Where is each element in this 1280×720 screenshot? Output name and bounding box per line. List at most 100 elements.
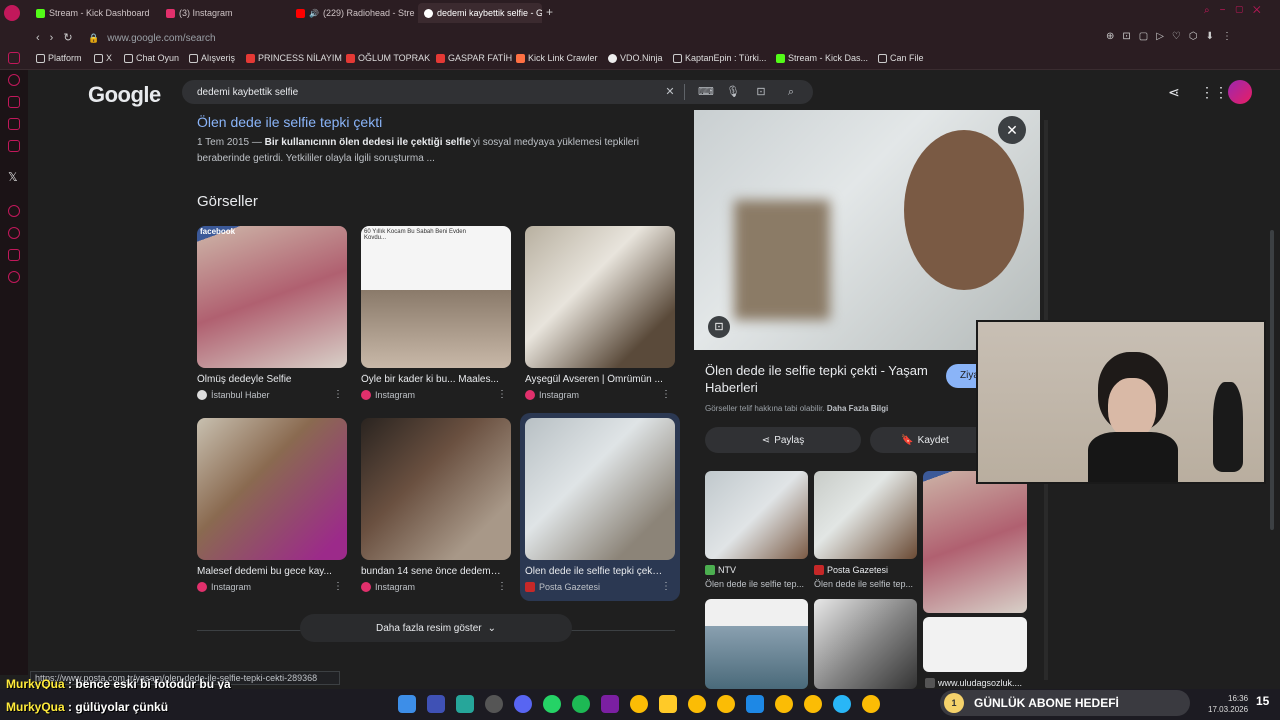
more-icon[interactable]: ⋮ — [333, 389, 343, 400]
related-image[interactable] — [923, 617, 1027, 672]
chrome-icon[interactable] — [717, 695, 735, 713]
image-result[interactable]: Malesef dedemi bu gece kay... Instagram ⋮ — [197, 418, 347, 592]
apps-icon[interactable]: ⋮⋮ — [1200, 84, 1228, 101]
windows-start-icon[interactable] — [398, 695, 416, 713]
bookmark-oglum[interactable]: OĞLUM TOPRAK — [346, 53, 430, 63]
spotify-icon[interactable] — [572, 695, 590, 713]
more-icon[interactable]: ⋮ — [497, 581, 507, 592]
related-image[interactable] — [705, 599, 808, 689]
instagram-icon — [525, 390, 535, 400]
more-icon[interactable]: ⋮ — [497, 389, 507, 400]
chrome-icon[interactable] — [688, 695, 706, 713]
clock-sidebar-icon[interactable] — [8, 227, 20, 239]
telegram-icon[interactable] — [833, 695, 851, 713]
keyboard-icon[interactable]: ⌨ — [698, 86, 714, 98]
folder-icon[interactable] — [659, 695, 677, 713]
window-controls[interactable]: ⌕−▢✕ — [1204, 5, 1271, 16]
sidebar-icon[interactable] — [8, 205, 20, 217]
taskbar-app-icon[interactable] — [456, 695, 474, 713]
divider — [684, 84, 685, 100]
bookmark-can-file[interactable]: Can File — [878, 53, 924, 63]
learn-more-link[interactable]: Daha Fazla Bilgi — [827, 404, 888, 413]
clear-icon[interactable]: ✕ — [664, 86, 676, 98]
result-title[interactable]: Ölen dede ile selfie tepki çekti — [197, 114, 382, 130]
sidebar-icon[interactable] — [8, 96, 20, 108]
lens-icon[interactable]: ⊡ — [708, 316, 730, 338]
settings-sidebar-icon[interactable] — [8, 271, 20, 283]
toolbar-icons[interactable]: ⊕⊡▢▷♡⬡⬇⋮ — [1106, 31, 1240, 42]
search-icon[interactable]: ⌕ — [785, 86, 797, 98]
discord-icon[interactable] — [514, 695, 532, 713]
related-caption[interactable]: Ölen dede ile selfie tep... — [705, 579, 807, 589]
related-image[interactable] — [923, 471, 1027, 613]
clock[interactable]: 16:36 17.03.2026 — [1208, 693, 1248, 715]
chrome-icon[interactable] — [775, 695, 793, 713]
youtube-sidebar-icon[interactable] — [8, 140, 20, 152]
sidebar-icon[interactable] — [8, 249, 20, 261]
url-field[interactable]: 🔒 www.google.com/search — [88, 29, 1088, 47]
bookmark-gaspar[interactable]: GASPAR FATİH — [436, 53, 512, 63]
image-result[interactable]: Ayşegül Avseren | Ömrümün ... Instagram ⋮ — [525, 226, 675, 400]
image-source: Instagram ⋮ — [361, 389, 511, 400]
instagram-sidebar-icon[interactable] — [8, 118, 20, 130]
more-icon[interactable]: ⋮ — [661, 581, 671, 592]
preview-title[interactable]: Ölen dede ile selfie tepki çekti - Yaşam… — [705, 362, 945, 396]
chrome-icon[interactable] — [862, 695, 880, 713]
bookmark-kick-crawler[interactable]: Kick Link Crawler — [516, 53, 598, 63]
image-thumbnail[interactable] — [525, 226, 675, 368]
image-result[interactable]: 60 Yıllık Kocam Bu Sabah Beni Evden Kovd… — [361, 226, 511, 400]
save-button[interactable]: 🔖 Kaydet — [870, 427, 980, 453]
image-thumbnail[interactable] — [361, 418, 511, 560]
tab-kick[interactable]: Stream - Kick Dashboard — [30, 3, 158, 23]
related-image[interactable] — [705, 471, 808, 559]
related-image[interactable] — [814, 599, 917, 689]
image-thumbnail[interactable]: 60 Yıllık Kocam Bu Sabah Beni Evden Kovd… — [361, 226, 511, 368]
share-icon[interactable]: ⋖ — [1168, 84, 1180, 101]
avatar[interactable] — [1228, 80, 1252, 104]
nav-buttons[interactable]: ‹›↻ — [36, 31, 83, 44]
lens-icon[interactable]: ⊡ — [755, 86, 767, 98]
preview-image[interactable] — [694, 110, 1040, 350]
chrome-icon[interactable] — [630, 695, 648, 713]
sidebar-icon[interactable] — [8, 74, 20, 86]
search-input[interactable]: dedemi kaybettik selfie — [182, 80, 813, 104]
image-thumbnail[interactable] — [525, 418, 675, 560]
bookmark-chat-oyun[interactable]: Chat Oyun — [124, 53, 179, 63]
taskbar-app-icon[interactable] — [746, 695, 764, 713]
close-icon[interactable]: ✕ — [998, 116, 1026, 144]
related-image[interactable] — [814, 471, 917, 559]
image-result[interactable]: facebook Ölmüş dedeyle Selfie İstanbul H… — [197, 226, 347, 400]
google-logo[interactable]: Google — [88, 82, 161, 108]
mic-icon[interactable]: 🎙 — [726, 86, 740, 98]
bookmark-princess[interactable]: PRINCESS NİLAYIM — [246, 53, 342, 63]
more-icon[interactable]: ⋮ — [333, 581, 343, 592]
tab-google[interactable]: dedemi kaybettik selfie - G — [418, 3, 542, 23]
new-tab-icon[interactable]: + — [546, 5, 553, 19]
x-sidebar-icon[interactable]: 𝕏 — [8, 170, 18, 184]
bookmark-vdo[interactable]: VDO.Ninja — [608, 53, 663, 63]
browser-logo-icon[interactable] — [4, 5, 20, 21]
bookmark-alisveris[interactable]: Alışveriş — [189, 53, 235, 63]
share-button[interactable]: ⋖ Paylaş — [705, 427, 861, 453]
more-icon[interactable]: ⋮ — [661, 389, 671, 400]
image-thumbnail[interactable]: facebook — [197, 226, 347, 368]
related-caption[interactable]: Ölen dede ile selfie tep... — [814, 579, 916, 589]
taskbar-app-icon[interactable] — [485, 695, 503, 713]
whatsapp-icon[interactable] — [543, 695, 561, 713]
taskbar-app-icon[interactable] — [427, 695, 445, 713]
tab-instagram[interactable]: (3) Instagram — [160, 3, 288, 23]
chrome-icon[interactable] — [804, 695, 822, 713]
image-result[interactable]: bundan 14 sene önce dedemi... Instagram ⋮ — [361, 418, 511, 592]
bookmark-platform[interactable]: Platform — [36, 53, 82, 63]
tab-youtube[interactable]: 🔊 (229) Radiohead - Stre — [290, 3, 418, 23]
bookmark-x[interactable]: X — [94, 53, 112, 63]
browser-taskbar-icon[interactable] — [601, 695, 619, 713]
page-scrollbar[interactable] — [1270, 230, 1274, 530]
more-images-button[interactable]: Daha fazla resim göster ⌄ — [300, 614, 572, 642]
image-result-selected[interactable]: Ölen dede ile selfie tepki çekti... Post… — [525, 418, 675, 592]
bookmark-kick-stream[interactable]: Stream - Kick Das... — [776, 53, 868, 63]
sidebar-icon[interactable] — [8, 52, 20, 64]
image-caption: Malesef dedemi bu gece kay... — [197, 566, 332, 577]
image-thumbnail[interactable] — [197, 418, 347, 560]
bookmark-kaptanepin[interactable]: KaptanEpin : Türki... — [673, 53, 766, 63]
